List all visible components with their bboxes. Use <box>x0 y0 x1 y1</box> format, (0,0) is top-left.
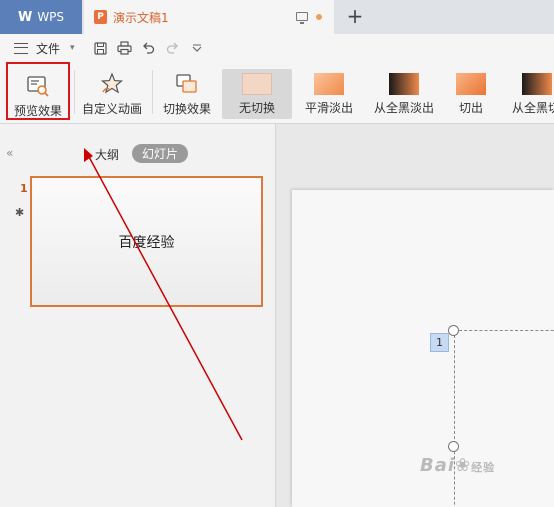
transition-label: 无切换 <box>238 101 275 115</box>
transition-label: 切出 <box>458 101 483 115</box>
transition-smooth-fade-thumbnail <box>314 73 344 95</box>
document-title: 演示文稿1 <box>113 10 169 25</box>
print-icon[interactable] <box>117 40 133 56</box>
custom-animation-star-icon <box>100 72 124 96</box>
undo-icon[interactable] <box>141 40 157 56</box>
resize-handle[interactable] <box>448 441 459 452</box>
text-placeholder[interactable] <box>454 330 554 507</box>
animation-star-icon: ✱ <box>15 206 25 219</box>
new-tab-plus-icon[interactable]: + <box>345 6 365 26</box>
transition-label: 从全黑淡出 <box>373 101 434 115</box>
switch-effect-label: 切换效果 <box>162 102 211 116</box>
transition-cut-thumbnail <box>456 73 486 95</box>
transition-fade-from-black-thumbnail <box>389 73 419 95</box>
switch-effect-icon <box>175 72 199 96</box>
slide-number: 1 <box>20 182 28 195</box>
preview-effect-button[interactable]: 预览效果 <box>6 62 70 120</box>
custom-animation-button[interactable]: 自定义动画 <box>80 62 144 122</box>
title-bar: W WPS P 演示文稿1 + <box>0 0 554 34</box>
customize-dropdown-icon[interactable] <box>189 40 205 56</box>
wps-logo-icon: W <box>17 9 32 25</box>
transition-label: 平滑淡出 <box>304 101 353 115</box>
ribbon-separator <box>74 70 75 114</box>
menu-bar: 文件 ▾ <box>0 34 554 62</box>
chevron-down-icon[interactable]: ▾ <box>70 43 75 53</box>
ribbon-separator <box>152 70 153 114</box>
watermark-text: Bai <box>420 455 456 476</box>
wps-app-name: WPS <box>37 10 65 24</box>
preview-effect-icon <box>26 74 50 98</box>
transition-none-thumbnail <box>242 73 272 95</box>
custom-animation-label: 自定义动画 <box>81 102 142 116</box>
redo-icon[interactable] <box>165 40 181 56</box>
slides-panel: « 大纲 幻灯片 1 ✱ 百度经验 <box>0 124 276 507</box>
baidu-watermark: Bai❀经验 <box>420 455 495 476</box>
file-menu[interactable]: 文件 <box>36 40 60 57</box>
preview-effect-label: 预览效果 <box>13 104 62 118</box>
transition-smooth-fade[interactable]: 平滑淡出 <box>294 69 364 119</box>
monitor-icon[interactable] <box>296 12 308 24</box>
presentation-icon: P <box>94 10 107 24</box>
transition-fade-from-black[interactable]: 从全黑淡出 <box>364 69 444 119</box>
paw-icon: ❀ <box>455 455 472 476</box>
document-tab[interactable]: P 演示文稿1 <box>84 0 334 34</box>
transition-cut-from-black[interactable]: 从全黑切 <box>506 69 554 119</box>
transition-gallery: 无切换 平滑淡出 从全黑淡出 切出 从全黑切 <box>222 69 554 119</box>
collapse-panel-icon[interactable]: « <box>6 146 13 160</box>
unsaved-dot-icon <box>316 14 322 20</box>
switch-effect-button[interactable]: 切换效果 <box>158 62 216 122</box>
resize-handle[interactable] <box>448 325 459 336</box>
tab-slides[interactable]: 幻灯片 <box>132 144 188 163</box>
animation-order-badge[interactable]: 1 <box>430 333 449 352</box>
watermark-text-2: 经验 <box>471 461 496 474</box>
transition-cut-from-black-thumbnail <box>522 73 552 95</box>
tab-outline[interactable]: 大纲 <box>95 146 119 163</box>
slide-thumbnail-text: 百度经验 <box>118 234 175 251</box>
slide-editor-canvas: 1 <box>277 124 554 507</box>
transition-cut[interactable]: 切出 <box>446 69 496 119</box>
transition-none[interactable]: 无切换 <box>222 69 292 119</box>
animation-ribbon: 预览效果 自定义动画 切换效果 无切换 平滑淡出 从全黑淡出 切出 从全黑 <box>0 62 554 124</box>
save-icon[interactable] <box>93 40 109 56</box>
wps-home-tab[interactable]: W WPS <box>0 0 82 34</box>
slide-thumbnail[interactable]: 百度经验 <box>30 176 263 307</box>
transition-label: 从全黑切 <box>512 101 554 115</box>
menu-hamburger-icon[interactable] <box>14 42 28 54</box>
